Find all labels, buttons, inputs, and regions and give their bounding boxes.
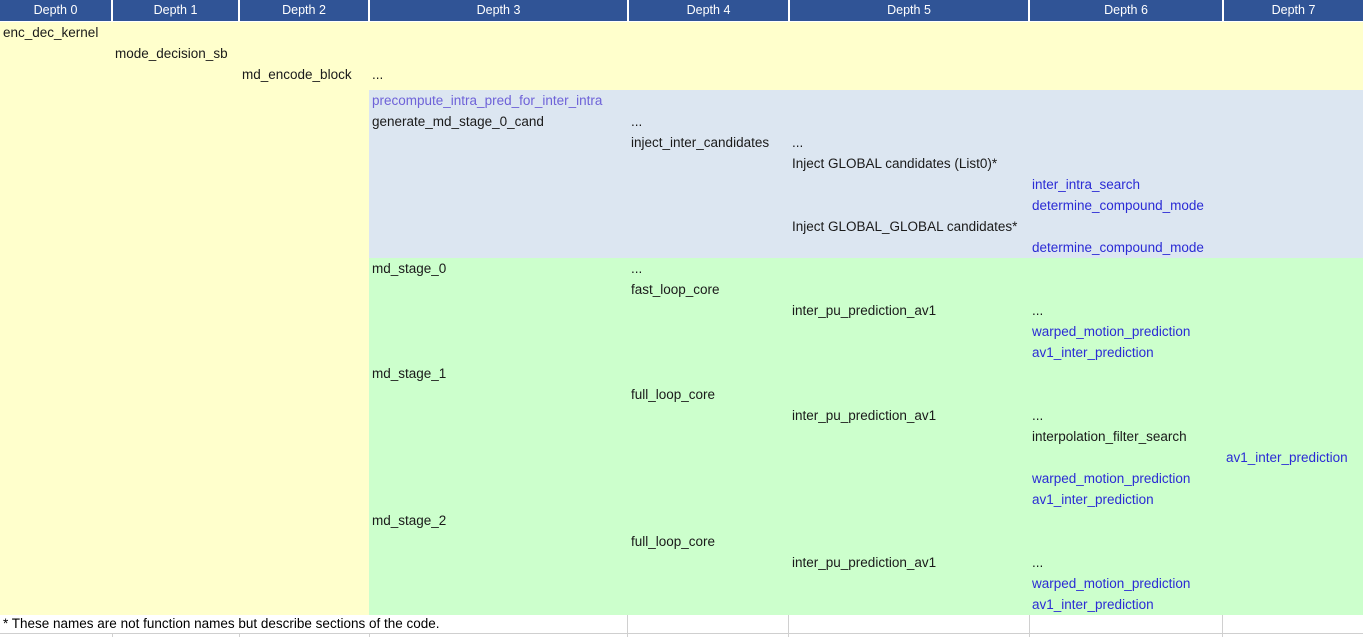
cell-md-stage-2: md_stage_2 (372, 510, 446, 531)
footnote-text: * These names are not function names but… (3, 615, 440, 633)
cell-inject-global-candidates-list0: Inject GLOBAL candidates (List0)* (792, 153, 997, 174)
header-cell-depth-6: Depth 6 (1030, 0, 1222, 21)
cell-interpolation-filter-search: interpolation_filter_search (1032, 426, 1187, 447)
header-cell-depth-1: Depth 1 (113, 0, 238, 21)
footnote-row: * These names are not function names but… (0, 615, 1363, 633)
cell-md-encode-block: md_encode_block (242, 64, 352, 85)
cell-ellipsis: ... (631, 258, 642, 279)
cell-full-loop-core: full_loop_core (631, 384, 715, 405)
function-link-inter-intra-search[interactable]: inter_intra_search (1032, 174, 1140, 195)
cell-inter-pu-prediction-av1: inter_pu_prediction_av1 (792, 405, 936, 426)
header-cell-depth-4: Depth 4 (629, 0, 788, 21)
footnote-gridline-3 (1222, 615, 1223, 633)
cell-full-loop-core: full_loop_core (631, 531, 715, 552)
function-link-precompute-intra-pred-for-inter-intra[interactable]: precompute_intra_pred_for_inter_intra (372, 90, 602, 111)
cell-inject-inter-candidates: inject_inter_candidates (631, 132, 769, 153)
cell-md-stage-1: md_stage_1 (372, 363, 446, 384)
cell-ellipsis: ... (1032, 405, 1043, 426)
yellow-region-top (369, 22, 1363, 90)
cell-ellipsis: ... (792, 132, 803, 153)
function-link-av1-inter-prediction[interactable]: av1_inter_prediction (1032, 342, 1154, 363)
cell-generate-md-stage-0-cand: generate_md_stage_0_cand (372, 111, 544, 132)
cell-mode-decision-sb: mode_decision_sb (115, 43, 228, 64)
cell-fast-loop-core: fast_loop_core (631, 279, 720, 300)
footnote-gridline-1 (788, 615, 789, 633)
function-link-warped-motion-prediction[interactable]: warped_motion_prediction (1032, 321, 1190, 342)
footnote-gridline-2 (1029, 615, 1030, 633)
header-cell-depth-7: Depth 7 (1224, 0, 1363, 21)
cell-inter-pu-prediction-av1: inter_pu_prediction_av1 (792, 552, 936, 573)
function-link-warped-motion-prediction[interactable]: warped_motion_prediction (1032, 468, 1190, 489)
cell-ellipsis: ... (1032, 552, 1043, 573)
header-cell-depth-5: Depth 5 (790, 0, 1028, 21)
footnote-gridline-0 (627, 615, 628, 633)
function-link-av1-inter-prediction[interactable]: av1_inter_prediction (1226, 447, 1348, 468)
cell-inject-global-global-candidates: Inject GLOBAL_GLOBAL candidates* (792, 216, 1017, 237)
footnote-bottom-border (0, 633, 1363, 634)
function-link-determine-compound-mode[interactable]: determine_compound_mode (1032, 237, 1204, 258)
yellow-region-left (0, 22, 369, 615)
cell-md-stage-0: md_stage_0 (372, 258, 446, 279)
header-cell-depth-3: Depth 3 (370, 0, 627, 21)
function-link-av1-inter-prediction[interactable]: av1_inter_prediction (1032, 594, 1154, 615)
cell-inter-pu-prediction-av1: inter_pu_prediction_av1 (792, 300, 936, 321)
header-cell-depth-2: Depth 2 (240, 0, 368, 21)
cell-ellipsis: ... (631, 111, 642, 132)
header-cell-depth-0: Depth 0 (0, 0, 111, 21)
function-link-warped-motion-prediction[interactable]: warped_motion_prediction (1032, 573, 1190, 594)
function-link-determine-compound-mode[interactable]: determine_compound_mode (1032, 195, 1204, 216)
cell-ellipsis: ... (372, 64, 383, 85)
function-link-av1-inter-prediction[interactable]: av1_inter_prediction (1032, 489, 1154, 510)
cell-ellipsis: ... (1032, 300, 1043, 321)
cell-enc-dec-kernel: enc_dec_kernel (3, 22, 98, 43)
call-hierarchy-sheet: Depth 0Depth 1Depth 2Depth 3Depth 4Depth… (0, 0, 1363, 637)
